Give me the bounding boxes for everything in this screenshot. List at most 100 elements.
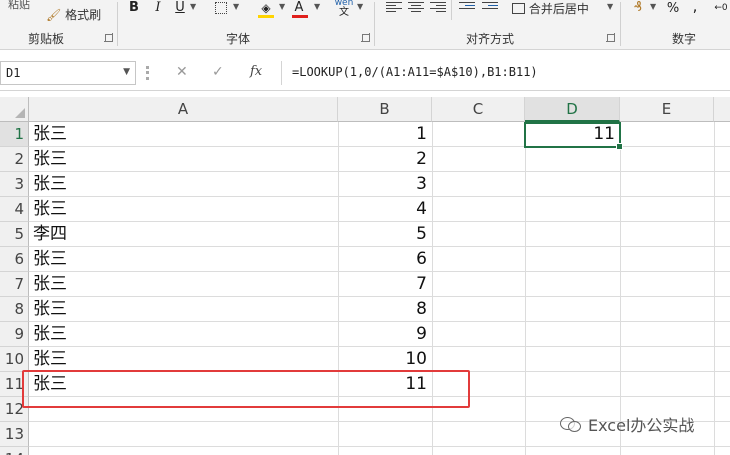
cell-d5[interactable] <box>525 222 620 247</box>
name-box[interactable]: D1 ▼ <box>0 61 136 85</box>
row-header[interactable]: 2 <box>0 147 29 172</box>
cell-d14[interactable] <box>525 447 620 455</box>
formula-bar: D1 ▼ ✕ ✓ fx =LOOKUP(1,0/(A1:A11=$A$10),B… <box>0 51 730 91</box>
cell-b10[interactable]: 10 <box>338 347 432 372</box>
cell-a4[interactable]: 张三 <box>29 197 338 222</box>
paintbrush-icon: 🖌 <box>46 8 62 22</box>
column-header-b[interactable]: B <box>338 97 432 122</box>
cell-a2[interactable]: 张三 <box>29 147 338 172</box>
cell-d10[interactable] <box>525 347 620 372</box>
merge-center-button[interactable]: 合并后居中 <box>512 0 589 17</box>
ribbon-divider <box>620 2 621 46</box>
formula-input[interactable]: =LOOKUP(1,0/(A1:A11=$A$10),B1:B11) <box>281 61 730 85</box>
comma-style-button[interactable]: , <box>690 0 700 14</box>
cell-b7[interactable]: 7 <box>338 272 432 297</box>
format-painter-label: 格式刷 <box>65 8 102 22</box>
cell-d2[interactable] <box>525 147 620 172</box>
underline-button[interactable]: U <box>173 0 187 16</box>
cell-b6[interactable]: 6 <box>338 247 432 272</box>
phonetic-button[interactable]: wén 文 <box>334 0 354 18</box>
cell-a8[interactable]: 张三 <box>29 297 338 322</box>
cell-b14[interactable] <box>338 447 432 455</box>
cell-d8[interactable] <box>525 297 620 322</box>
row-header[interactable]: 14 <box>0 447 29 455</box>
font-color-dropdown-icon[interactable]: ▼ <box>314 2 320 11</box>
enter-check-icon[interactable]: ✓ <box>212 64 224 80</box>
cell-a10[interactable]: 张三 <box>29 347 338 372</box>
cell-a14[interactable] <box>29 447 338 455</box>
border-button[interactable] <box>213 0 229 16</box>
column-header-f[interactable] <box>714 97 730 122</box>
cell-b9[interactable]: 9 <box>338 322 432 347</box>
cell-d7[interactable] <box>525 272 620 297</box>
row-header[interactable]: 10 <box>0 347 29 372</box>
column-header-a[interactable]: A <box>29 97 338 122</box>
font-color-button[interactable]: A <box>292 0 308 18</box>
font-group-label: 字体 <box>226 32 251 46</box>
cell-b8[interactable]: 8 <box>338 297 432 322</box>
resize-handle[interactable] <box>146 66 149 80</box>
increase-indent-icon[interactable] <box>482 0 498 14</box>
cell-d6[interactable] <box>525 247 620 272</box>
row-header[interactable]: 5 <box>0 222 29 247</box>
cell-b13[interactable] <box>338 422 432 447</box>
font-color-swatch <box>292 15 308 18</box>
cell-a3[interactable]: 张三 <box>29 172 338 197</box>
insert-function-button[interactable]: fx <box>250 64 262 79</box>
cell-b1[interactable]: 1 <box>338 122 432 147</box>
underline-dropdown-icon[interactable]: ▼ <box>190 2 196 11</box>
cell-d11[interactable] <box>525 372 620 397</box>
cell-b3[interactable]: 3 <box>338 172 432 197</box>
row-header[interactable]: 4 <box>0 197 29 222</box>
font-launcher-icon[interactable] <box>361 33 370 42</box>
border-dropdown-icon[interactable]: ▼ <box>233 2 239 11</box>
row-header[interactable]: 1 <box>0 122 29 147</box>
row-header[interactable]: 7 <box>0 272 29 297</box>
cell-a5[interactable]: 李四 <box>29 222 338 247</box>
accounting-dropdown-icon[interactable]: ▼ <box>650 2 656 11</box>
row-header[interactable]: 8 <box>0 297 29 322</box>
cell-d4[interactable] <box>525 197 620 222</box>
cell-a6[interactable]: 张三 <box>29 247 338 272</box>
clipboard-launcher-icon[interactable] <box>104 33 113 42</box>
select-all-button[interactable] <box>0 97 29 122</box>
cell-d3[interactable] <box>525 172 620 197</box>
cell-b2[interactable]: 2 <box>338 147 432 172</box>
cell-b4[interactable]: 4 <box>338 197 432 222</box>
italic-button[interactable]: I <box>152 0 164 16</box>
cell-d9[interactable] <box>525 322 620 347</box>
border-icon <box>215 2 227 14</box>
phonetic-char-label: 文 <box>339 7 349 18</box>
cell-a13[interactable] <box>29 422 338 447</box>
cell-b5[interactable]: 5 <box>338 222 432 247</box>
align-center-icon[interactable] <box>408 0 424 14</box>
cancel-icon[interactable]: ✕ <box>176 64 188 80</box>
cell-a9[interactable]: 张三 <box>29 322 338 347</box>
paint-bucket-icon: ◈ <box>261 1 271 15</box>
row-header[interactable]: 13 <box>0 422 29 447</box>
column-header-c[interactable]: C <box>432 97 525 122</box>
phonetic-dropdown-icon[interactable]: ▼ <box>357 2 363 11</box>
fill-color-button[interactable]: ◈ <box>258 0 274 18</box>
cell-a7[interactable]: 张三 <box>29 272 338 297</box>
bold-button[interactable]: B <box>127 0 141 16</box>
accounting-format-icon[interactable]: ₰ <box>630 0 646 16</box>
row-header[interactable]: 9 <box>0 322 29 347</box>
active-cell-d1[interactable] <box>524 122 623 150</box>
column-header-e[interactable]: E <box>620 97 714 122</box>
name-box-dropdown-icon[interactable]: ▼ <box>123 67 130 77</box>
percent-style-button[interactable]: % <box>666 1 680 17</box>
alignment-launcher-icon[interactable] <box>606 33 615 42</box>
align-right-icon[interactable] <box>430 0 446 14</box>
row-header[interactable]: 6 <box>0 247 29 272</box>
decrease-indent-icon[interactable] <box>459 0 475 14</box>
merge-center-dropdown-icon[interactable]: ▼ <box>607 2 613 11</box>
cell-a1[interactable]: 张三 <box>29 122 338 147</box>
fill-color-dropdown-icon[interactable]: ▼ <box>279 2 285 11</box>
format-painter-button[interactable]: 🖌 格式刷 <box>46 6 101 23</box>
column-header-d[interactable]: D <box>525 97 620 122</box>
paste-button[interactable]: 粘贴 <box>8 0 30 12</box>
row-header[interactable]: 3 <box>0 172 29 197</box>
align-left-icon[interactable] <box>386 0 402 14</box>
decimal-icon[interactable]: ←0 <box>712 0 730 16</box>
